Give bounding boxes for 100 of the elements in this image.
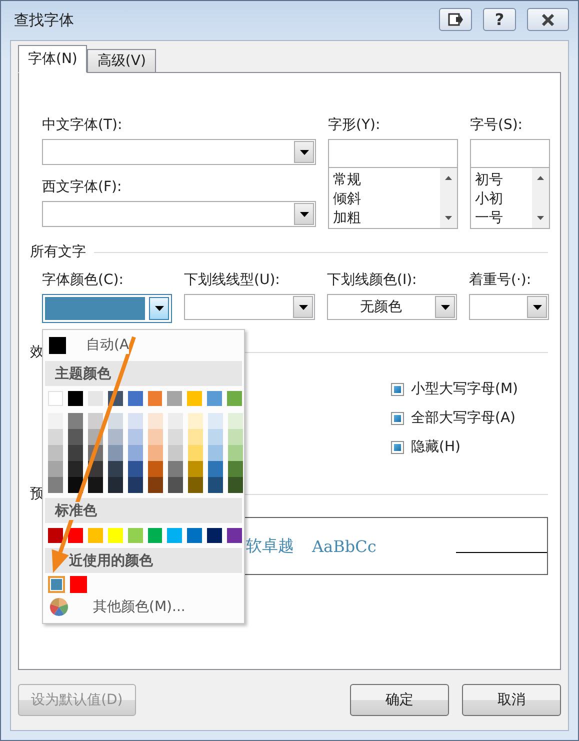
color-swatch[interactable] [148, 445, 163, 461]
color-swatch[interactable] [48, 528, 63, 543]
tab[interactable]: 高级(V) [87, 49, 156, 73]
color-swatch[interactable] [68, 429, 83, 445]
color-swatch[interactable] [70, 576, 87, 593]
list-box[interactable]: 初号 小初 一号 [470, 167, 550, 229]
color-swatch[interactable] [128, 445, 143, 461]
dropdown-button[interactable] [293, 296, 313, 318]
color-swatch[interactable] [168, 429, 183, 445]
color-swatch[interactable] [148, 528, 162, 543]
color-swatch[interactable] [108, 413, 123, 429]
color-swatch[interactable] [68, 461, 83, 477]
color-swatch[interactable] [188, 477, 203, 493]
style-input[interactable] [328, 139, 458, 167]
color-swatch[interactable] [148, 391, 162, 406]
color-swatch[interactable] [108, 477, 123, 493]
color-swatch[interactable] [188, 445, 203, 461]
color-swatch[interactable] [168, 461, 183, 477]
list-item[interactable]: 小初 [475, 190, 528, 209]
color-swatch[interactable] [207, 391, 222, 406]
color-swatch[interactable] [188, 413, 203, 429]
color-swatch[interactable] [148, 413, 163, 429]
color-swatch[interactable] [108, 528, 123, 543]
dropdown-button[interactable] [435, 296, 455, 318]
checkbox[interactable] [391, 412, 404, 424]
color-swatch[interactable] [108, 461, 123, 477]
color-swatch[interactable] [128, 528, 143, 543]
tab[interactable]: 字体(N) [18, 45, 88, 73]
color-swatch[interactable] [188, 461, 203, 477]
color-swatch[interactable] [108, 429, 123, 445]
color-swatch[interactable] [68, 528, 83, 543]
color-swatch[interactable] [228, 429, 243, 445]
close-button[interactable] [527, 8, 569, 31]
list-item[interactable]: 一号 [475, 209, 528, 228]
color-swatch[interactable] [208, 429, 223, 445]
color-swatch[interactable] [208, 461, 223, 477]
list-box[interactable]: 常规 倾斜 加粗 [328, 167, 458, 229]
color-swatch[interactable] [228, 445, 243, 461]
color-swatch[interactable] [208, 413, 223, 429]
color-swatch[interactable] [187, 528, 202, 543]
color-swatch[interactable] [228, 461, 243, 477]
color-swatch[interactable] [49, 336, 66, 354]
dropdown-button[interactable] [294, 203, 314, 225]
checkbox[interactable] [391, 440, 404, 454]
collapse-button[interactable] [439, 8, 472, 31]
color-swatch[interactable] [88, 528, 103, 543]
color-swatch[interactable] [128, 477, 143, 493]
color-swatch[interactable] [48, 477, 63, 493]
color-swatch[interactable] [48, 429, 63, 445]
color-swatch[interactable] [187, 391, 202, 406]
color-swatch[interactable] [168, 477, 183, 493]
checkbox-label[interactable]: 小型大写字母(M) [411, 380, 518, 398]
color-swatch[interactable] [128, 391, 143, 406]
dropdown-button[interactable] [527, 296, 547, 318]
color-swatch[interactable] [68, 445, 83, 461]
color-swatch[interactable] [207, 528, 222, 543]
list-item[interactable]: 常规 [333, 171, 436, 190]
color-swatch[interactable] [148, 461, 163, 477]
checkbox-label[interactable]: 隐藏(H) [411, 438, 460, 456]
color-swatch[interactable] [128, 413, 143, 429]
color-swatch[interactable] [48, 413, 63, 429]
color-swatch[interactable] [227, 391, 242, 406]
color-swatch[interactable] [227, 528, 242, 543]
ok-button[interactable]: 确定 [350, 684, 449, 716]
underline-color-combo[interactable]: 无颜色 [327, 294, 457, 320]
color-swatch[interactable] [228, 477, 243, 493]
color-swatch[interactable] [208, 445, 223, 461]
checkbox[interactable] [391, 382, 404, 396]
help-button[interactable]: ? [483, 8, 516, 31]
color-swatch[interactable] [68, 391, 83, 406]
color-swatch[interactable] [88, 413, 103, 429]
color-swatch[interactable] [88, 477, 103, 493]
color-swatch[interactable] [128, 461, 143, 477]
color-swatch[interactable] [208, 477, 223, 493]
color-swatch[interactable] [228, 413, 243, 429]
checkbox-label[interactable]: 全部大写字母(A) [411, 409, 516, 427]
font-color-combo[interactable] [42, 294, 172, 323]
list-item[interactable]: 倾斜 [333, 190, 436, 209]
dropdown-button[interactable] [294, 141, 314, 163]
color-swatch[interactable] [48, 445, 63, 461]
color-swatch[interactable] [188, 429, 203, 445]
list-item[interactable]: 加粗 [333, 209, 436, 228]
color-swatch[interactable] [168, 445, 183, 461]
scroll-bar[interactable] [532, 168, 549, 228]
color-swatch[interactable] [148, 477, 163, 493]
color-swatch[interactable] [108, 445, 123, 461]
color-swatch[interactable] [167, 391, 182, 406]
automatic-color-item[interactable]: 自动(A [86, 336, 130, 354]
color-swatch[interactable] [168, 413, 183, 429]
more-colors-item[interactable]: 其他颜色(M)... [93, 598, 186, 616]
color-swatch[interactable] [167, 528, 182, 543]
color-swatch[interactable] [48, 576, 65, 593]
dropdown-button[interactable] [149, 297, 169, 320]
color-swatch[interactable] [128, 429, 143, 445]
size-input[interactable] [470, 139, 550, 167]
list-item[interactable]: 初号 [475, 171, 528, 190]
scroll-bar[interactable] [440, 168, 457, 228]
cancel-button[interactable]: 取消 [462, 684, 561, 716]
color-swatch[interactable] [48, 461, 63, 477]
color-swatch[interactable] [68, 413, 83, 429]
